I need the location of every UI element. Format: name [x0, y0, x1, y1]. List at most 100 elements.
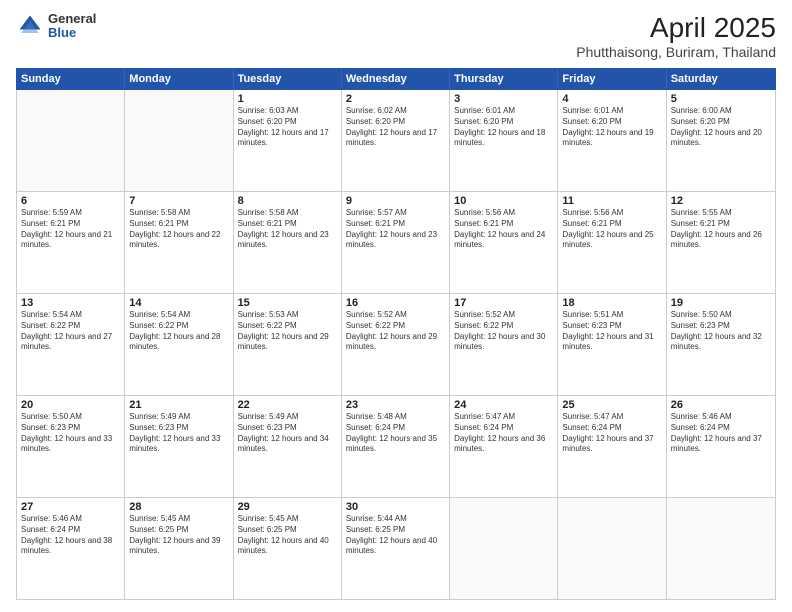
day-cell-6: 6Sunrise: 5:59 AM Sunset: 6:21 PM Daylig…: [17, 192, 125, 293]
day-number: 19: [671, 297, 771, 309]
day-info: Sunrise: 5:59 AM Sunset: 6:21 PM Dayligh…: [21, 208, 120, 251]
day-number: 27: [21, 501, 120, 513]
day-cell-1: 1Sunrise: 6:03 AM Sunset: 6:20 PM Daylig…: [234, 90, 342, 191]
day-cell-18: 18Sunrise: 5:51 AM Sunset: 6:23 PM Dayli…: [558, 294, 666, 395]
day-cell-28: 28Sunrise: 5:45 AM Sunset: 6:25 PM Dayli…: [125, 498, 233, 599]
day-info: Sunrise: 5:45 AM Sunset: 6:25 PM Dayligh…: [129, 514, 228, 557]
page: General Blue April 2025 Phutthaisong, Bu…: [0, 0, 792, 612]
day-number: 16: [346, 297, 445, 309]
header: General Blue April 2025 Phutthaisong, Bu…: [16, 12, 776, 60]
logo-blue: Blue: [48, 26, 96, 40]
calendar-header: SundayMondayTuesdayWednesdayThursdayFrid…: [16, 68, 776, 90]
day-info: Sunrise: 6:00 AM Sunset: 6:20 PM Dayligh…: [671, 106, 771, 149]
day-number: 8: [238, 195, 337, 207]
day-header-saturday: Saturday: [667, 69, 775, 89]
day-number: 29: [238, 501, 337, 513]
day-number: 24: [454, 399, 553, 411]
day-number: 22: [238, 399, 337, 411]
day-header-monday: Monday: [125, 69, 233, 89]
day-info: Sunrise: 5:54 AM Sunset: 6:22 PM Dayligh…: [129, 310, 228, 353]
day-cell-5: 5Sunrise: 6:00 AM Sunset: 6:20 PM Daylig…: [667, 90, 775, 191]
day-info: Sunrise: 5:58 AM Sunset: 6:21 PM Dayligh…: [129, 208, 228, 251]
day-number: 1: [238, 93, 337, 105]
day-cell-8: 8Sunrise: 5:58 AM Sunset: 6:21 PM Daylig…: [234, 192, 342, 293]
day-cell-23: 23Sunrise: 5:48 AM Sunset: 6:24 PM Dayli…: [342, 396, 450, 497]
logo: General Blue: [16, 12, 96, 41]
day-number: 15: [238, 297, 337, 309]
day-info: Sunrise: 5:50 AM Sunset: 6:23 PM Dayligh…: [671, 310, 771, 353]
day-header-friday: Friday: [558, 69, 666, 89]
week-row-3: 13Sunrise: 5:54 AM Sunset: 6:22 PM Dayli…: [17, 294, 775, 396]
day-number: 11: [562, 195, 661, 207]
day-cell-3: 3Sunrise: 6:01 AM Sunset: 6:20 PM Daylig…: [450, 90, 558, 191]
day-number: 2: [346, 93, 445, 105]
day-cell-empty-4-5: [558, 498, 666, 599]
day-number: 6: [21, 195, 120, 207]
day-cell-2: 2Sunrise: 6:02 AM Sunset: 6:20 PM Daylig…: [342, 90, 450, 191]
day-info: Sunrise: 5:45 AM Sunset: 6:25 PM Dayligh…: [238, 514, 337, 557]
day-cell-empty-4-6: [667, 498, 775, 599]
calendar-body: 1Sunrise: 6:03 AM Sunset: 6:20 PM Daylig…: [16, 90, 776, 600]
day-info: Sunrise: 5:47 AM Sunset: 6:24 PM Dayligh…: [562, 412, 661, 455]
week-row-5: 27Sunrise: 5:46 AM Sunset: 6:24 PM Dayli…: [17, 498, 775, 599]
day-info: Sunrise: 6:01 AM Sunset: 6:20 PM Dayligh…: [562, 106, 661, 149]
day-cell-11: 11Sunrise: 5:56 AM Sunset: 6:21 PM Dayli…: [558, 192, 666, 293]
day-cell-30: 30Sunrise: 5:44 AM Sunset: 6:25 PM Dayli…: [342, 498, 450, 599]
day-info: Sunrise: 5:56 AM Sunset: 6:21 PM Dayligh…: [562, 208, 661, 251]
day-number: 5: [671, 93, 771, 105]
day-cell-13: 13Sunrise: 5:54 AM Sunset: 6:22 PM Dayli…: [17, 294, 125, 395]
week-row-4: 20Sunrise: 5:50 AM Sunset: 6:23 PM Dayli…: [17, 396, 775, 498]
day-number: 13: [21, 297, 120, 309]
day-cell-14: 14Sunrise: 5:54 AM Sunset: 6:22 PM Dayli…: [125, 294, 233, 395]
day-cell-9: 9Sunrise: 5:57 AM Sunset: 6:21 PM Daylig…: [342, 192, 450, 293]
day-info: Sunrise: 5:56 AM Sunset: 6:21 PM Dayligh…: [454, 208, 553, 251]
day-cell-15: 15Sunrise: 5:53 AM Sunset: 6:22 PM Dayli…: [234, 294, 342, 395]
day-header-tuesday: Tuesday: [234, 69, 342, 89]
title-block: April 2025 Phutthaisong, Buriram, Thaila…: [576, 12, 776, 60]
day-info: Sunrise: 5:58 AM Sunset: 6:21 PM Dayligh…: [238, 208, 337, 251]
day-cell-16: 16Sunrise: 5:52 AM Sunset: 6:22 PM Dayli…: [342, 294, 450, 395]
day-header-sunday: Sunday: [17, 69, 125, 89]
day-number: 14: [129, 297, 228, 309]
day-info: Sunrise: 6:01 AM Sunset: 6:20 PM Dayligh…: [454, 106, 553, 149]
day-number: 3: [454, 93, 553, 105]
day-info: Sunrise: 5:48 AM Sunset: 6:24 PM Dayligh…: [346, 412, 445, 455]
calendar-title: April 2025: [576, 12, 776, 44]
day-info: Sunrise: 5:57 AM Sunset: 6:21 PM Dayligh…: [346, 208, 445, 251]
day-cell-empty-0-0: [17, 90, 125, 191]
day-cell-17: 17Sunrise: 5:52 AM Sunset: 6:22 PM Dayli…: [450, 294, 558, 395]
day-number: 21: [129, 399, 228, 411]
logo-general: General: [48, 12, 96, 26]
day-cell-12: 12Sunrise: 5:55 AM Sunset: 6:21 PM Dayli…: [667, 192, 775, 293]
day-header-wednesday: Wednesday: [342, 69, 450, 89]
day-number: 4: [562, 93, 661, 105]
day-info: Sunrise: 6:02 AM Sunset: 6:20 PM Dayligh…: [346, 106, 445, 149]
day-cell-7: 7Sunrise: 5:58 AM Sunset: 6:21 PM Daylig…: [125, 192, 233, 293]
day-cell-24: 24Sunrise: 5:47 AM Sunset: 6:24 PM Dayli…: [450, 396, 558, 497]
day-cell-27: 27Sunrise: 5:46 AM Sunset: 6:24 PM Dayli…: [17, 498, 125, 599]
week-row-1: 1Sunrise: 6:03 AM Sunset: 6:20 PM Daylig…: [17, 90, 775, 192]
day-header-thursday: Thursday: [450, 69, 558, 89]
day-info: Sunrise: 5:50 AM Sunset: 6:23 PM Dayligh…: [21, 412, 120, 455]
day-info: Sunrise: 5:52 AM Sunset: 6:22 PM Dayligh…: [454, 310, 553, 353]
calendar-subtitle: Phutthaisong, Buriram, Thailand: [576, 44, 776, 60]
day-number: 18: [562, 297, 661, 309]
day-cell-19: 19Sunrise: 5:50 AM Sunset: 6:23 PM Dayli…: [667, 294, 775, 395]
day-cell-21: 21Sunrise: 5:49 AM Sunset: 6:23 PM Dayli…: [125, 396, 233, 497]
logo-text: General Blue: [48, 12, 96, 41]
logo-icon: [16, 12, 44, 40]
day-cell-4: 4Sunrise: 6:01 AM Sunset: 6:20 PM Daylig…: [558, 90, 666, 191]
day-number: 10: [454, 195, 553, 207]
day-info: Sunrise: 5:44 AM Sunset: 6:25 PM Dayligh…: [346, 514, 445, 557]
day-cell-empty-0-1: [125, 90, 233, 191]
day-number: 28: [129, 501, 228, 513]
day-info: Sunrise: 5:46 AM Sunset: 6:24 PM Dayligh…: [21, 514, 120, 557]
day-cell-25: 25Sunrise: 5:47 AM Sunset: 6:24 PM Dayli…: [558, 396, 666, 497]
day-cell-26: 26Sunrise: 5:46 AM Sunset: 6:24 PM Dayli…: [667, 396, 775, 497]
day-cell-29: 29Sunrise: 5:45 AM Sunset: 6:25 PM Dayli…: [234, 498, 342, 599]
day-info: Sunrise: 5:54 AM Sunset: 6:22 PM Dayligh…: [21, 310, 120, 353]
day-info: Sunrise: 5:46 AM Sunset: 6:24 PM Dayligh…: [671, 412, 771, 455]
day-info: Sunrise: 5:49 AM Sunset: 6:23 PM Dayligh…: [129, 412, 228, 455]
day-info: Sunrise: 5:47 AM Sunset: 6:24 PM Dayligh…: [454, 412, 553, 455]
week-row-2: 6Sunrise: 5:59 AM Sunset: 6:21 PM Daylig…: [17, 192, 775, 294]
